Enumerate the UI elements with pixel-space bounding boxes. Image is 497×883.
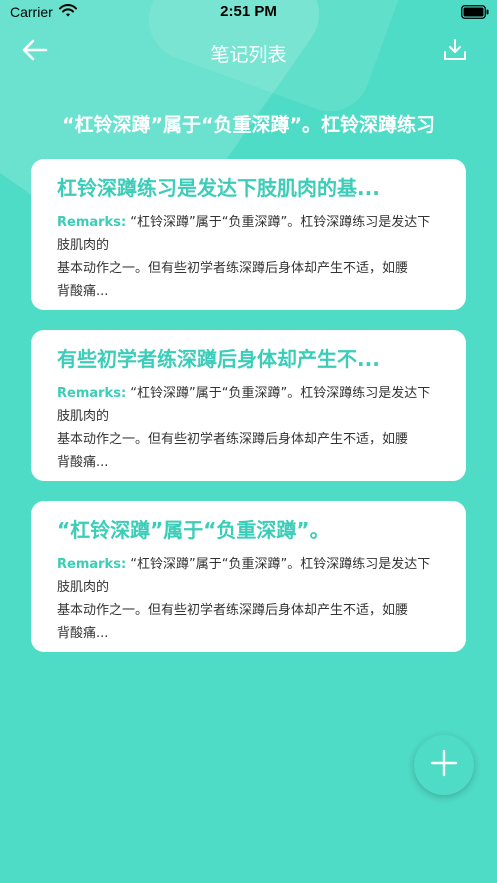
- note-text: “杠铃深蹲”属于“负重深蹲”。杠铃深蹲练习是发达下: [126, 557, 431, 572]
- note-text: “杠铃深蹲”属于“负重深蹲”。杠铃深蹲练习是发达下: [126, 386, 431, 401]
- note-text: “杠铃深蹲”属于“负重深蹲”。杠铃深蹲练习是发达下: [126, 215, 431, 230]
- note-line: 肢肌肉的: [57, 580, 110, 595]
- plus-icon: [429, 748, 459, 782]
- note-card[interactable]: 有些初学者练深蹲后身体却产生不... Remarks: “杠铃深蹲”属于“负重深…: [31, 330, 466, 481]
- note-line: Remarks: “杠铃深蹲”属于“负重深蹲”。杠铃深蹲练习是发达下: [57, 382, 452, 405]
- note-card[interactable]: 杠铃深蹲练习是发达下肢肌肉的基... Remarks: “杠铃深蹲”属于“负重深…: [31, 159, 466, 310]
- note-line: 基本动作之一。但有些初学者练深蹲后身体却产生不适，如腰: [57, 432, 409, 447]
- note-line: Remarks: “杠铃深蹲”属于“负重深蹲”。杠铃深蹲练习是发达下: [57, 211, 452, 234]
- note-card[interactable]: “杠铃深蹲”属于“负重深蹲”。 Remarks: “杠铃深蹲”属于“负重深蹲”。…: [31, 501, 466, 652]
- download-icon[interactable]: [443, 38, 467, 66]
- status-bar: Carrier 2:51 PM: [0, 0, 497, 26]
- note-line: 肢肌肉的: [57, 409, 110, 424]
- battery-icon: [461, 5, 489, 23]
- add-note-button[interactable]: [414, 735, 474, 795]
- note-body: Remarks: “杠铃深蹲”属于“负重深蹲”。杠铃深蹲练习是发达下 肢肌肉的 …: [57, 553, 452, 645]
- note-body: Remarks: “杠铃深蹲”属于“负重深蹲”。杠铃深蹲练习是发达下 肢肌肉的 …: [57, 211, 452, 303]
- remarks-label: Remarks:: [57, 215, 127, 230]
- note-title: 杠铃深蹲练习是发达下肢肌肉的基...: [57, 176, 380, 200]
- note-line: Remarks: “杠铃深蹲”属于“负重深蹲”。杠铃深蹲练习是发达下: [57, 553, 452, 576]
- note-line: 基本动作之一。但有些初学者练深蹲后身体却产生不适，如腰: [57, 603, 409, 618]
- note-line: 背酸痛...: [57, 284, 109, 299]
- note-line: 背酸痛...: [57, 626, 109, 641]
- note-line: 基本动作之一。但有些初学者练深蹲后身体却产生不适，如腰: [57, 261, 409, 276]
- note-title: 有些初学者练深蹲后身体却产生不...: [57, 347, 380, 371]
- page-subtitle: “杠铃深蹲”属于“负重深蹲”。杠铃深蹲练习: [62, 114, 435, 136]
- note-line: 背酸痛...: [57, 455, 109, 470]
- remarks-label: Remarks:: [57, 386, 127, 401]
- page-title: 笔记列表: [210, 44, 287, 66]
- note-body: Remarks: “杠铃深蹲”属于“负重深蹲”。杠铃深蹲练习是发达下 肢肌肉的 …: [57, 382, 452, 474]
- note-line: 肢肌肉的: [57, 238, 110, 253]
- note-title: “杠铃深蹲”属于“负重深蹲”。: [57, 518, 330, 542]
- nav-bar: 笔记列表: [0, 26, 497, 76]
- remarks-label: Remarks:: [57, 557, 127, 572]
- status-time: 2:51 PM: [220, 3, 277, 20]
